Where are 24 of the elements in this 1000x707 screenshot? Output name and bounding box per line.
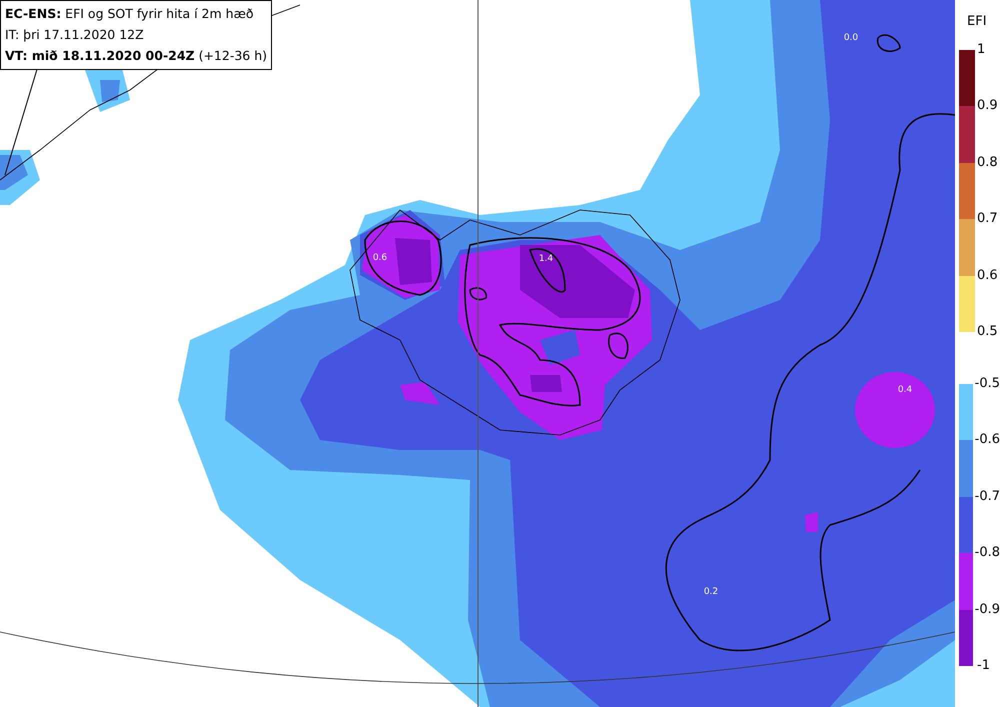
contour-label: 0.4 <box>898 385 912 395</box>
contour-label: 0.6 <box>372 253 388 263</box>
contour-label: 0.2 <box>704 587 718 597</box>
colorbar-title: EFI <box>967 14 988 30</box>
colorbar-tick-label: -0.9 <box>974 602 1000 618</box>
colorbar-tick-label: -0.6 <box>974 432 1000 448</box>
contour-label: 1.4 <box>538 254 554 264</box>
colorbar-tick-label: -1 <box>977 658 990 674</box>
colorbar-tick-label: -0.8 <box>974 545 1000 562</box>
title-line: VT: mið 18.11.2020 00-24Z (+12-36 h) <box>5 47 267 65</box>
colorbar-tick-label: 1 <box>977 42 986 58</box>
colorbar-tick-label: 0.6 <box>977 268 998 284</box>
colorbar-tick-label: -0.5 <box>974 376 1000 392</box>
efi-area <box>0 155 28 190</box>
colorbar-tick-label: 0.5 <box>977 324 998 340</box>
efi-area <box>100 80 120 102</box>
colorbar-tick-label: 0.9 <box>977 98 998 114</box>
colorbar-tick-label: 0.7 <box>977 211 998 228</box>
colorbar-tick-label: 0.8 <box>977 154 998 171</box>
title-line: EC-ENS: EFI og SOT fyrir hita í 2m hæð <box>5 5 254 23</box>
colorbar-tick-label: -0.7 <box>974 488 1000 505</box>
contour-line <box>876 34 901 52</box>
contour-label: 0.0 <box>844 33 858 43</box>
title-line: IT: þri 17.11.2020 12Z <box>5 26 145 44</box>
